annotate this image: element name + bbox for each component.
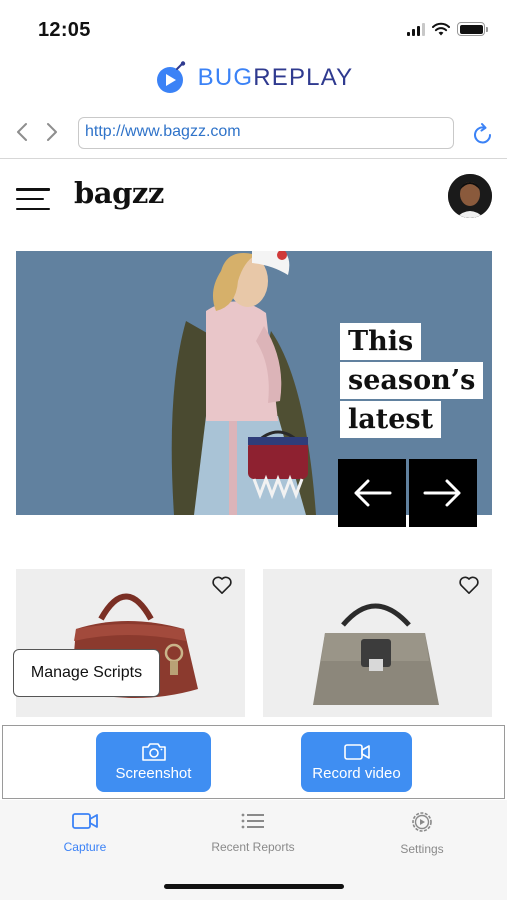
- tab-capture-label: Capture: [63, 840, 107, 854]
- record-video-button[interactable]: Record video: [301, 732, 412, 792]
- site-header: bagzz: [0, 160, 507, 236]
- cellular-signal-icon: [407, 22, 425, 36]
- hero-line-1: This: [340, 323, 422, 360]
- tab-recent-reports-label: Recent Reports: [211, 840, 295, 854]
- tab-bar: Capture Recent Reports Settings: [0, 800, 507, 900]
- capture-panel: Screenshot Record video: [2, 725, 505, 799]
- carousel-next-button[interactable]: [409, 459, 477, 527]
- video-camera-icon: [72, 813, 98, 829]
- arrow-right-icon: [423, 479, 461, 507]
- battery-icon: [457, 22, 488, 36]
- video-camera-icon: [343, 744, 370, 760]
- wifi-icon: [432, 22, 450, 36]
- status-icons: [407, 22, 488, 36]
- site-logo[interactable]: bagzz: [74, 176, 164, 210]
- url-input[interactable]: http://www.bagzz.com: [78, 117, 454, 149]
- tab-capture[interactable]: Capture: [25, 810, 145, 854]
- gear-icon: [412, 812, 432, 832]
- app-screen: 12:05 BUGREPLAY http://www.bagzz.com bag…: [0, 0, 507, 900]
- manage-scripts-button[interactable]: Manage Scripts: [13, 649, 160, 697]
- logo-replay: REPLAY: [253, 64, 354, 91]
- record-video-label: Record video: [312, 765, 401, 782]
- avatar[interactable]: [448, 174, 492, 218]
- logo-bug: BUG: [197, 64, 254, 91]
- chevron-right-icon: [47, 123, 57, 141]
- carousel-prev-button[interactable]: [338, 459, 406, 527]
- back-button[interactable]: [12, 120, 32, 144]
- list-icon: [241, 813, 264, 829]
- home-indicator[interactable]: [164, 884, 344, 889]
- forward-button[interactable]: [42, 120, 62, 144]
- product-card[interactable]: [263, 569, 492, 717]
- app-header: BUGREPLAY: [0, 56, 507, 100]
- hero-title: This season’s latest: [340, 323, 484, 440]
- screenshot-label: Screenshot: [115, 765, 192, 782]
- tab-recent-reports[interactable]: Recent Reports: [193, 810, 313, 854]
- status-time: 12:05: [38, 19, 91, 41]
- heart-icon[interactable]: [458, 575, 480, 595]
- browser-toolbar: http://www.bagzz.com: [0, 112, 507, 156]
- tab-settings-label: Settings: [400, 842, 444, 856]
- app-logo-text: BUGREPLAY: [198, 64, 354, 92]
- bugreplay-logo-icon: [156, 61, 185, 93]
- heart-icon[interactable]: [211, 575, 233, 595]
- chevron-left-icon: [17, 123, 27, 141]
- hero-line-3: latest: [340, 401, 442, 438]
- reload-icon[interactable]: [471, 122, 495, 146]
- divider: [0, 158, 507, 159]
- hero-line-2: season’s: [340, 362, 484, 399]
- tab-settings[interactable]: Settings: [362, 810, 482, 856]
- status-bar: 12:05: [0, 0, 507, 56]
- arrow-left-icon: [354, 479, 392, 507]
- camera-icon: [141, 743, 166, 761]
- screenshot-button[interactable]: Screenshot: [96, 732, 211, 792]
- hamburger-menu-icon[interactable]: [16, 188, 50, 210]
